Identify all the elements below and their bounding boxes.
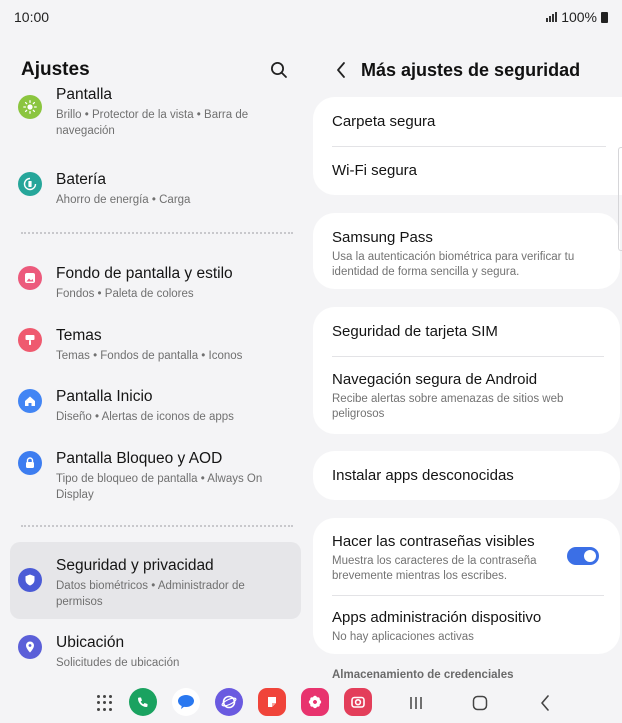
row-subtitle: Muestra los caracteres de la contraseña … <box>332 555 537 582</box>
notes-app-icon[interactable] <box>258 688 286 716</box>
nav-back-button[interactable] <box>534 692 556 714</box>
row-title: Samsung Pass <box>332 229 433 246</box>
settings-item-title: Seguridad y privacidad <box>56 557 214 574</box>
settings-item-fondo[interactable]: Fondo de pantalla y estilo Fondos • Pale… <box>10 264 301 308</box>
camera-app-icon[interactable] <box>344 688 372 716</box>
settings-card: Hacer las contraseñas visibles Muestra l… <box>313 518 620 654</box>
row-title: Carpeta segura <box>332 113 436 130</box>
settings-item-title: Ubicación <box>56 634 125 651</box>
row-divider <box>332 146 606 147</box>
status-indicators: 100% <box>546 9 608 25</box>
settings-card: Samsung Pass Usa la autenticación biomét… <box>313 213 620 289</box>
settings-item-seguridad[interactable]: Seguridad y privacidad Datos biométricos… <box>10 542 301 619</box>
row-samsung-pass[interactable]: Samsung Pass Usa la autenticación biomét… <box>332 228 604 280</box>
row-subtitle: No hay aplicaciones activas <box>332 631 474 643</box>
sun-icon <box>18 95 42 119</box>
toggle-knob <box>584 550 596 562</box>
row-apps-administracion[interactable]: Apps administración dispositivo No hay a… <box>332 608 604 645</box>
settings-card: Carpeta segura Wi-Fi segura <box>313 97 622 195</box>
signal-icon <box>546 12 558 22</box>
row-divider <box>332 595 604 596</box>
home-icon <box>18 389 42 413</box>
navigation-bar <box>0 682 622 723</box>
row-divider <box>332 356 604 357</box>
search-icon <box>271 62 287 78</box>
settings-item-bateria[interactable]: Batería Ahorro de energía • Carga <box>10 170 301 214</box>
section-divider <box>21 232 293 234</box>
settings-item-title: Batería <box>56 171 106 188</box>
row-subtitle: Usa la autenticación biométrica para ver… <box>332 251 575 278</box>
internet-app-icon[interactable] <box>215 688 243 716</box>
lock-icon <box>18 451 42 475</box>
row-navegacion-segura[interactable]: Navegación segura de Android Recibe aler… <box>332 370 604 422</box>
row-title: Hacer las contraseñas visibles <box>332 533 535 550</box>
section-caption: Almacenamiento de credenciales <box>332 669 514 681</box>
settings-item-subtitle: Fondos • Paleta de colores <box>56 288 194 300</box>
search-button[interactable] <box>267 58 291 82</box>
settings-item-subtitle: Ahorro de energía • Carga <box>56 194 191 206</box>
status-bar: 10:00 100% <box>0 0 622 34</box>
home-button[interactable] <box>469 692 491 714</box>
scrollbar[interactable] <box>618 147 622 251</box>
settings-item-subtitle: Datos biométricos • Administrador de per… <box>56 580 245 608</box>
chevron-left-icon <box>337 62 345 78</box>
row-title: Wi-Fi segura <box>332 162 418 179</box>
brush-icon <box>18 328 42 352</box>
wallpaper-icon <box>18 266 42 290</box>
settings-item-title: Pantalla Bloqueo y AOD <box>56 450 223 467</box>
row-instalar-apps[interactable]: Instalar apps desconocidas <box>332 466 604 486</box>
settings-item-subtitle: Tipo de bloqueo de pantalla • Always On … <box>56 473 263 501</box>
battery-refresh-icon <box>18 172 42 196</box>
back-button[interactable] <box>329 58 353 82</box>
phone-app-icon[interactable] <box>129 688 157 716</box>
settings-item-title: Pantalla Inicio <box>56 388 153 405</box>
row-carpeta-segura[interactable]: Carpeta segura <box>332 112 606 132</box>
passwords-visible-toggle[interactable] <box>567 547 599 565</box>
row-title: Seguridad de tarjeta SIM <box>332 323 498 340</box>
battery-percent: 100% <box>561 9 597 25</box>
row-subtitle: Recibe alertas sobre amenazas de sitios … <box>332 393 564 420</box>
row-title: Apps administración dispositivo <box>332 609 542 626</box>
right-header: Más ajustes de seguridad <box>311 52 622 88</box>
settings-item-title: Temas <box>56 327 102 344</box>
back-chevron-icon <box>541 695 549 711</box>
page-title: Ajustes <box>21 59 90 80</box>
recents-icon <box>410 697 422 709</box>
settings-card: Seguridad de tarjeta SIM Navegación segu… <box>313 307 620 434</box>
settings-item-temas[interactable]: Temas Temas • Fondos de pantalla • Icono… <box>10 326 301 370</box>
settings-item-bloqueo[interactable]: Pantalla Bloqueo y AOD Tipo de bloqueo d… <box>10 449 301 505</box>
settings-item-pantalla-inicio[interactable]: Pantalla Inicio Diseño • Alertas de icon… <box>10 387 301 431</box>
row-title: Navegación segura de Android <box>332 371 538 388</box>
recent-apps-button[interactable] <box>405 692 427 714</box>
settings-item-subtitle: Solicitudes de ubicación <box>56 657 180 669</box>
row-wifi-segura[interactable]: Wi-Fi segura <box>332 161 606 181</box>
battery-icon <box>601 11 608 23</box>
settings-item-title: Fondo de pantalla y estilo <box>56 265 233 282</box>
settings-item-subtitle: Brillo • Protector de la vista • Barra d… <box>56 109 249 137</box>
row-seguridad-sim[interactable]: Seguridad de tarjeta SIM <box>332 322 604 342</box>
settings-item-subtitle: Temas • Fondos de pantalla • Iconos <box>56 350 243 362</box>
apps-grid-icon[interactable] <box>97 695 113 711</box>
settings-item-title: Pantalla <box>56 86 113 103</box>
settings-card: Instalar apps desconocidas <box>313 451 620 500</box>
settings-list-pane: Ajustes Pantalla Brillo • Protector de l… <box>0 40 311 680</box>
gallery-app-icon[interactable] <box>301 688 329 716</box>
left-header: Ajustes <box>0 52 311 88</box>
settings-item-pantalla[interactable]: Pantalla Brillo • Protector de la vista … <box>10 86 301 149</box>
row-title: Instalar apps desconocidas <box>332 467 514 484</box>
messages-app-icon[interactable] <box>172 688 200 716</box>
settings-item-ubicacion[interactable]: Ubicación Solicitudes de ubicación <box>10 633 301 677</box>
detail-title: Más ajustes de seguridad <box>361 59 581 80</box>
settings-item-subtitle: Diseño • Alertas de iconos de apps <box>56 411 234 423</box>
home-rect-icon <box>472 695 488 711</box>
security-detail-pane: Más ajustes de seguridad Carpeta segura … <box>311 40 622 681</box>
shield-icon <box>18 568 42 592</box>
location-pin-icon <box>18 635 42 659</box>
section-divider <box>21 525 293 527</box>
row-contrasenas-visibles[interactable]: Hacer las contraseñas visibles Muestra l… <box>332 532 560 584</box>
status-time: 10:00 <box>14 9 50 25</box>
